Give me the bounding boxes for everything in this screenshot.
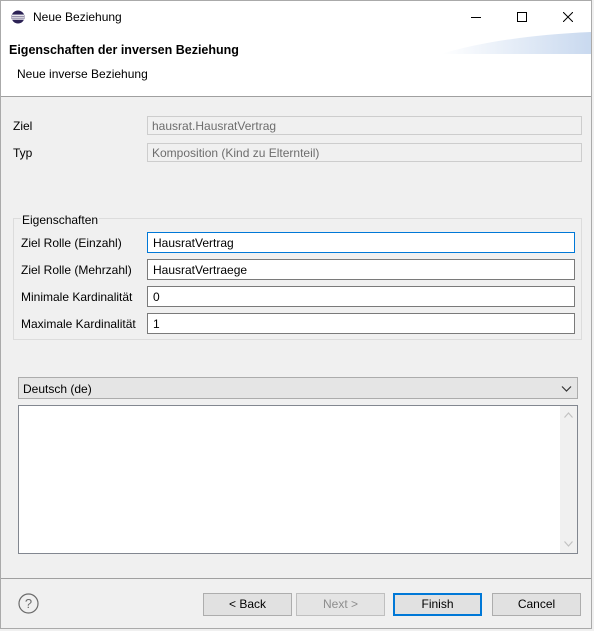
- minimize-icon: [471, 16, 481, 18]
- ziel-rolle-mehrzahl-input[interactable]: HausratVertraege: [147, 259, 575, 280]
- scroll-down-icon[interactable]: [564, 541, 573, 547]
- maximize-icon: [517, 11, 527, 22]
- ziel-field: hausrat.HausratVertrag: [147, 116, 582, 135]
- eclipse-app-icon: [11, 10, 25, 24]
- finish-button[interactable]: Finish: [393, 593, 482, 616]
- cancel-button[interactable]: Cancel: [492, 593, 581, 616]
- ziel-rolle-einzahl-label: Ziel Rolle (Einzahl): [21, 236, 122, 250]
- title-bar: Neue Beziehung: [1, 1, 591, 32]
- header-banner-graphic: [441, 32, 591, 54]
- ziel-rolle-einzahl-input[interactable]: HausratVertrag: [147, 232, 575, 253]
- button-bar-separator: [1, 578, 591, 579]
- help-icon[interactable]: ?: [18, 593, 39, 614]
- language-select-value: Deutsch (de): [23, 382, 92, 396]
- typ-label: Typ: [13, 146, 33, 160]
- maximale-kardinalitaet-input[interactable]: 1: [147, 313, 575, 334]
- close-icon: [563, 11, 573, 22]
- page-subtitle: Neue inverse Beziehung: [17, 67, 148, 81]
- minimize-button[interactable]: [453, 1, 499, 32]
- svg-text:?: ?: [25, 596, 32, 611]
- next-button[interactable]: Next >: [296, 593, 385, 616]
- description-scrollbar[interactable]: [560, 406, 577, 553]
- chevron-down-icon: [561, 386, 572, 392]
- maximize-button[interactable]: [499, 1, 545, 32]
- scroll-up-icon[interactable]: [564, 412, 573, 418]
- description-textarea[interactable]: [18, 405, 578, 554]
- window-title: Neue Beziehung: [33, 10, 122, 24]
- wizard-header: Eigenschaften der inversen Beziehung Neu…: [1, 32, 591, 97]
- ziel-rolle-mehrzahl-label: Ziel Rolle (Mehrzahl): [21, 263, 132, 277]
- back-button[interactable]: < Back: [203, 593, 292, 616]
- page-title: Eigenschaften der inversen Beziehung: [9, 43, 239, 57]
- maximale-kardinalitaet-label: Maximale Kardinalität: [21, 317, 136, 331]
- ziel-label: Ziel: [13, 119, 33, 133]
- minimale-kardinalitaet-input[interactable]: 0: [147, 286, 575, 307]
- language-select[interactable]: Deutsch (de): [18, 377, 578, 399]
- dialog-window: Neue Beziehung Eigenschaften der inverse…: [0, 0, 592, 629]
- eigenschaften-legend: Eigenschaften: [21, 213, 100, 227]
- close-button[interactable]: [545, 1, 591, 32]
- typ-field: Komposition (Kind zu Elternteil): [147, 143, 582, 162]
- minimale-kardinalitaet-label: Minimale Kardinalität: [21, 290, 133, 304]
